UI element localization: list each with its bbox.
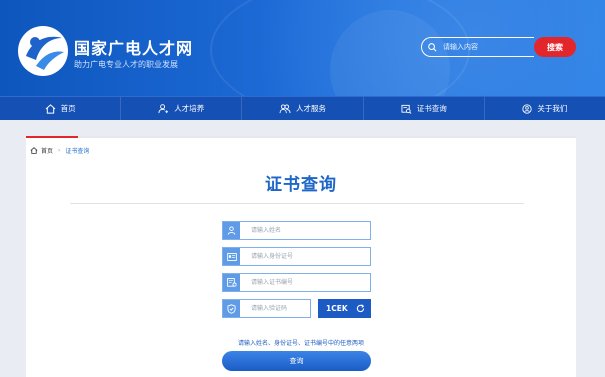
nav-item-label: 人才服务 (296, 104, 326, 113)
shield-icon (223, 300, 240, 317)
breadcrumb-separator: › (58, 147, 61, 154)
name-input[interactable] (249, 226, 364, 235)
certificate-search-icon (401, 104, 412, 114)
site-logo[interactable] (18, 26, 68, 76)
certificate-input[interactable] (249, 278, 364, 287)
id-card-icon (223, 248, 240, 265)
card-accent-bar (26, 136, 78, 138)
nav-item-about[interactable]: 关于我们 (485, 97, 605, 120)
people-icon (279, 103, 291, 113)
home-icon (45, 103, 55, 114)
breadcrumb-home[interactable]: 首页 (41, 146, 53, 155)
home-icon (30, 147, 38, 154)
nav-item-label: 人才培养 (174, 104, 205, 113)
name-field[interactable] (222, 221, 371, 240)
query-hint: 请输入姓名、身份证号、证书编号中的任意两项 (237, 340, 364, 347)
nav-item-services[interactable]: 人才服务 (242, 97, 364, 120)
idcard-input[interactable] (249, 252, 364, 261)
main-nav: 首页 人才培养 人才服务 证书查询 关于我们 (0, 96, 605, 120)
captcha-input[interactable] (249, 304, 309, 313)
breadcrumb: 首页 › 证书查询 (30, 146, 89, 155)
nav-item-certificate[interactable]: 证书查询 (364, 97, 485, 120)
query-card: 首页 › 证书查询 证书查询 请输入姓名 请输入身份证号 请输入证书编号 请输入… (26, 136, 576, 377)
site-title: 国家广电人才网 (74, 39, 194, 58)
nav-item-label: 证书查询 (416, 104, 447, 113)
title-divider (70, 203, 524, 204)
site-subtitle: 助力广电专业人才的职业发展 (74, 60, 178, 69)
nav-item-home[interactable]: 首页 (0, 97, 122, 120)
nav-item-label: 首页 (60, 104, 76, 113)
breadcrumb-current: 证书查询 (65, 148, 90, 155)
search-input[interactable] (441, 42, 526, 52)
page-title: 证书查询 (265, 175, 337, 195)
certificate-icon (223, 274, 240, 291)
idcard-field[interactable] (222, 247, 371, 266)
captcha-field[interactable] (222, 299, 311, 318)
captcha-image[interactable]: 1CEK (318, 299, 371, 318)
captcha-code: 1CEK (326, 304, 348, 313)
certificate-field[interactable] (222, 273, 371, 292)
query-button[interactable]: 查询 (222, 351, 371, 371)
search-icon (428, 42, 437, 51)
refresh-icon[interactable] (356, 304, 365, 313)
nav-item-training[interactable]: 人才培养 (121, 97, 243, 120)
site-banner: 国家广电人才网 助力广电专业人才的职业发展 搜索 (0, 0, 605, 96)
about-icon (522, 103, 533, 114)
card-top-border (26, 136, 576, 138)
person-add-icon (158, 103, 169, 113)
user-icon (223, 222, 240, 239)
search-box[interactable] (421, 37, 534, 57)
search-button[interactable]: 搜索 (534, 37, 576, 57)
nav-item-label: 关于我们 (537, 104, 568, 113)
